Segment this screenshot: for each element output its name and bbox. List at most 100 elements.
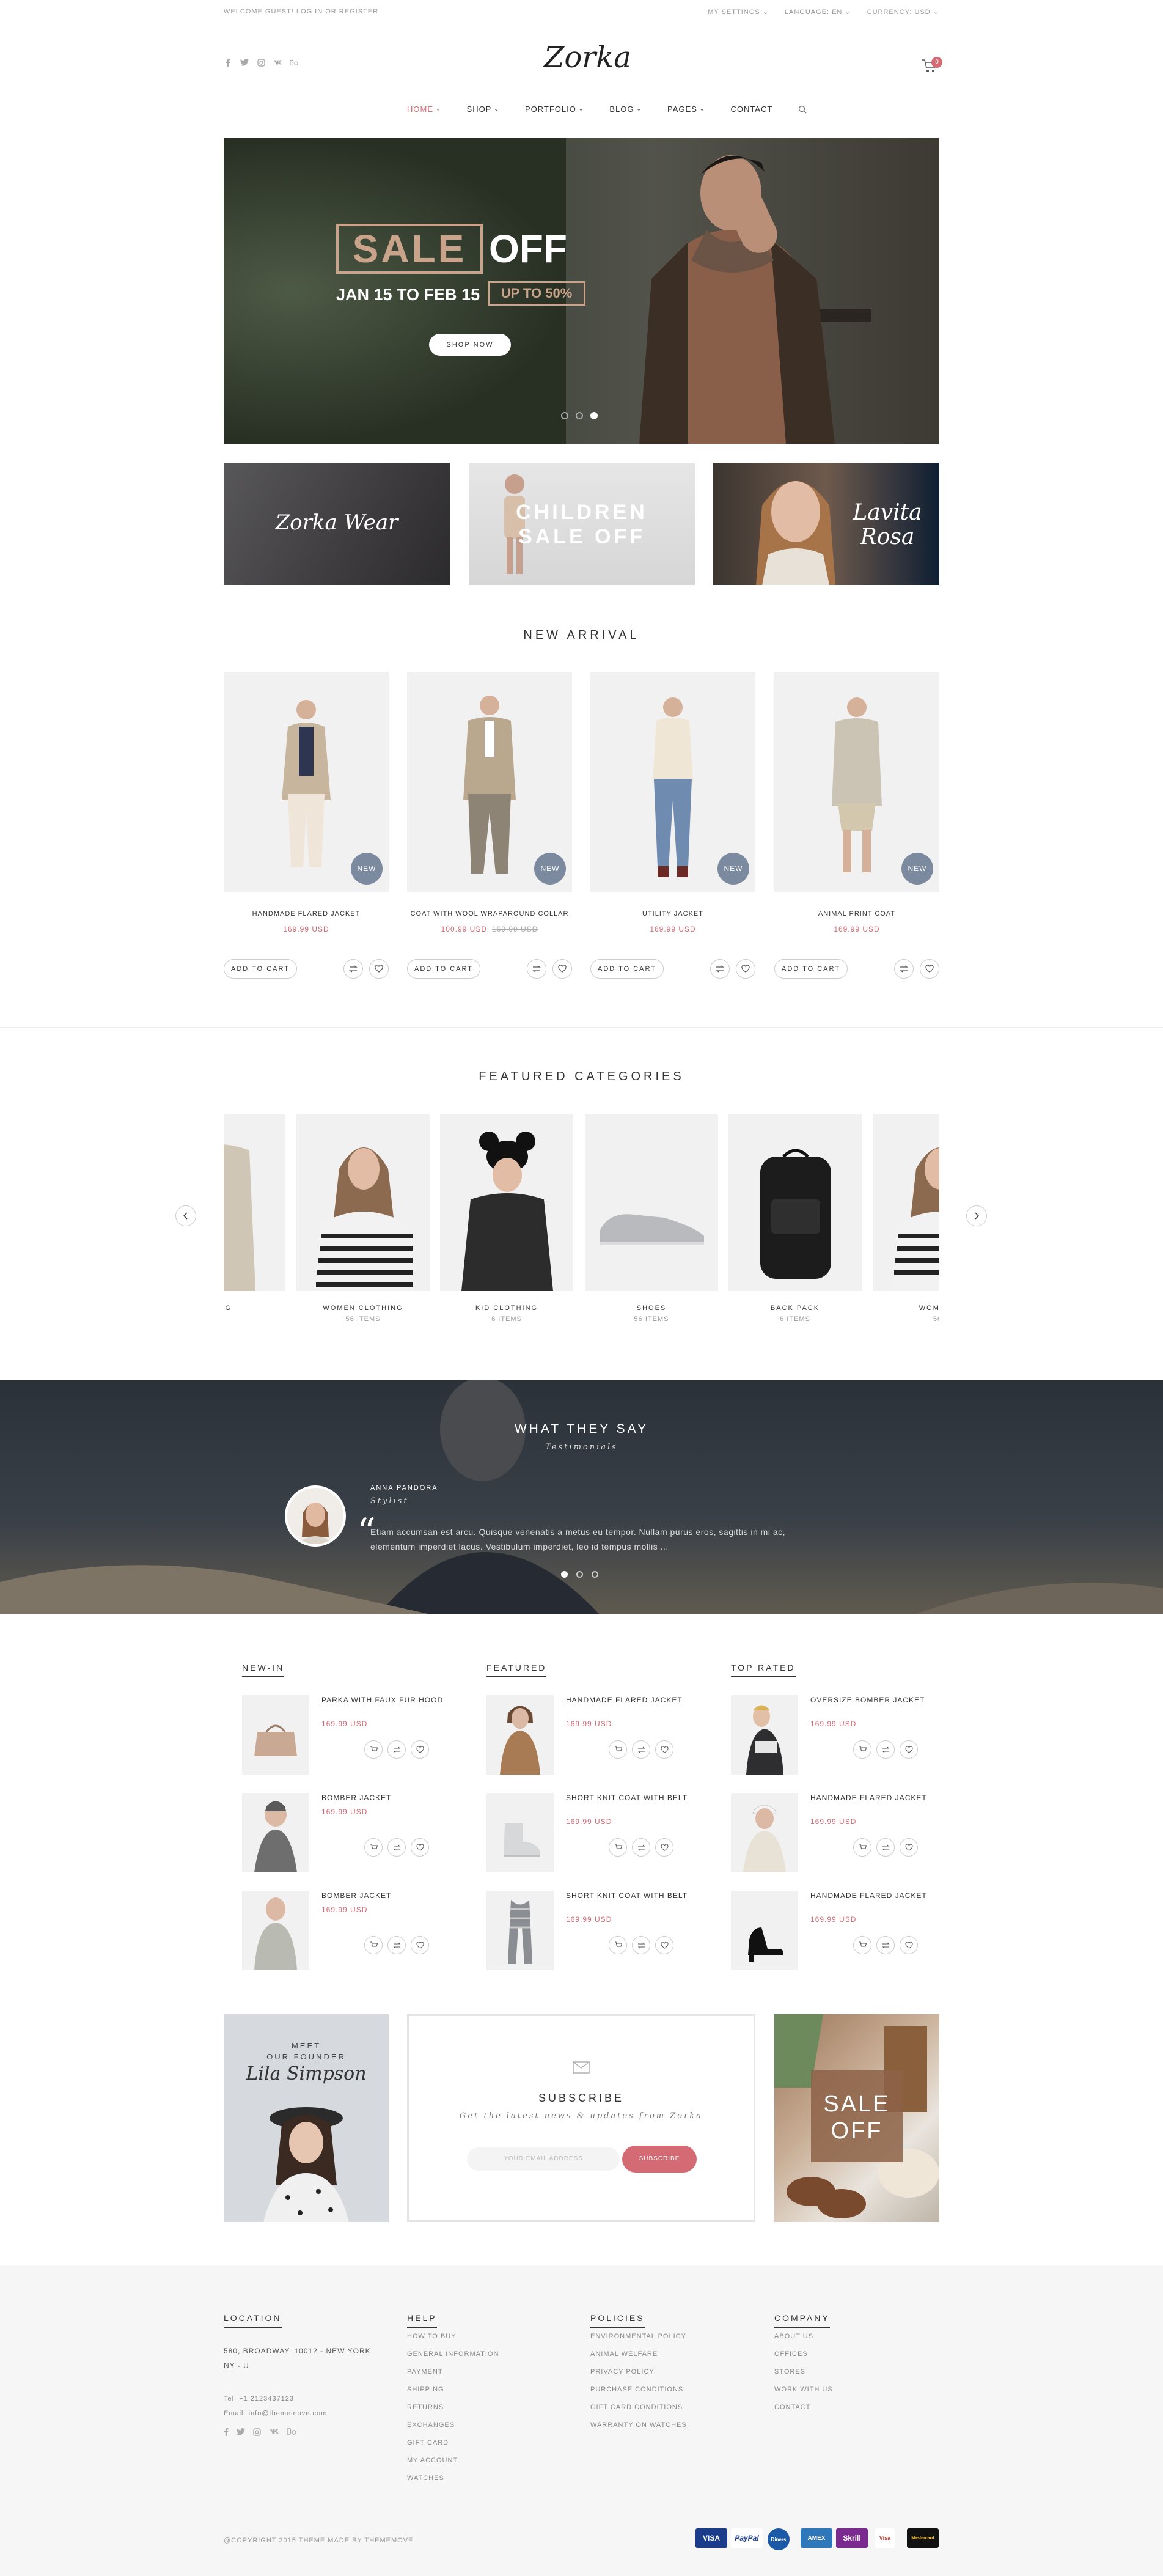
- compare-icon[interactable]: [387, 1740, 406, 1759]
- slider-dot[interactable]: [561, 412, 568, 419]
- footer-link[interactable]: PAYMENT: [407, 2363, 566, 2381]
- footer-link[interactable]: HOW TO BUY: [407, 2328, 566, 2346]
- footer-link[interactable]: RETURNS: [407, 2399, 566, 2416]
- category-card[interactable]: SHOES 56 ITEMS: [585, 1114, 718, 1323]
- nav-pages[interactable]: PAGES ⌄: [667, 105, 705, 114]
- behance-icon[interactable]: [290, 58, 298, 67]
- email-input[interactable]: YOUR EMAIL ADDRESS: [467, 2147, 620, 2171]
- twitter-icon[interactable]: [240, 58, 249, 67]
- language-dropdown[interactable]: LANGUAGE: EN ⌄: [785, 8, 851, 16]
- list-item-image[interactable]: [242, 1891, 309, 1970]
- list-item-name[interactable]: PARKA WITH FAUX FUR HOOD: [321, 1695, 444, 1705]
- list-item-image[interactable]: [486, 1891, 554, 1970]
- footer-link[interactable]: CONTACT: [774, 2399, 933, 2416]
- list-item-image[interactable]: [731, 1695, 798, 1775]
- testimonial-dot[interactable]: [592, 1571, 598, 1578]
- subscribe-button[interactable]: SUBSCRIBE: [622, 2146, 697, 2173]
- wishlist-heart-icon[interactable]: [900, 1936, 918, 1954]
- product-name[interactable]: ANIMAL PRINT COAT: [774, 910, 939, 918]
- compare-icon[interactable]: [632, 1936, 650, 1954]
- categories-carousel[interactable]: THING ms WOMEN CLOTHING 56 ITEMS KID CLO…: [224, 1114, 939, 1334]
- twitter-icon[interactable]: [237, 2428, 245, 2436]
- welcome-text[interactable]: WELCOME GUEST! LOG IN OR REGISTER: [224, 8, 378, 15]
- product-name[interactable]: COAT WITH WOOL WRAPAROUND COLLAR: [407, 910, 572, 918]
- footer-link[interactable]: PURCHASE CONDITIONS: [590, 2381, 749, 2399]
- product-image[interactable]: NEW: [590, 672, 755, 892]
- list-item-name[interactable]: HANDMADE FLARED JACKET: [810, 1793, 933, 1803]
- carousel-next-button[interactable]: [966, 1205, 987, 1226]
- footer-link[interactable]: GIFT CARD CONDITIONS: [590, 2399, 749, 2416]
- vk-icon[interactable]: [269, 2428, 279, 2436]
- cart-icon[interactable]: [853, 1838, 871, 1857]
- add-to-cart-button[interactable]: ADD TO CART: [590, 959, 664, 979]
- cart-icon[interactable]: [364, 1838, 383, 1857]
- cart-icon[interactable]: [853, 1740, 871, 1759]
- wishlist-heart-icon[interactable]: [655, 1936, 673, 1954]
- footer-link[interactable]: SHIPPING: [407, 2381, 566, 2399]
- compare-icon[interactable]: [527, 959, 546, 979]
- slider-dot-active[interactable]: [590, 412, 598, 419]
- wishlist-heart-icon[interactable]: [411, 1838, 429, 1857]
- compare-icon[interactable]: [876, 1740, 895, 1759]
- wishlist-heart-icon[interactable]: [920, 959, 939, 979]
- cart-icon[interactable]: [364, 1936, 383, 1954]
- wishlist-heart-icon[interactable]: [655, 1740, 673, 1759]
- wishlist-heart-icon[interactable]: [655, 1838, 673, 1857]
- cart-icon[interactable]: [609, 1936, 627, 1954]
- cart-icon[interactable]: [853, 1936, 871, 1954]
- product-image[interactable]: NEW: [407, 672, 572, 892]
- list-item-image[interactable]: [486, 1695, 554, 1775]
- footer-link[interactable]: PRIVACY POLICY: [590, 2363, 749, 2381]
- wishlist-heart-icon[interactable]: [411, 1936, 429, 1954]
- nav-blog[interactable]: BLOG ⌄: [609, 105, 642, 114]
- compare-icon[interactable]: [343, 959, 363, 979]
- slider-dot[interactable]: [576, 412, 583, 419]
- facebook-icon[interactable]: [224, 2428, 229, 2436]
- footer-tel[interactable]: Tel: +1 2123437123: [224, 2391, 383, 2406]
- compare-icon[interactable]: [876, 1838, 895, 1857]
- list-item-name[interactable]: BOMBER JACKET: [321, 1793, 444, 1803]
- product-name[interactable]: HANDMADE FLARED JACKET: [224, 910, 389, 918]
- testimonial-dot-active[interactable]: [561, 1571, 568, 1578]
- banner-zorka-wear[interactable]: Zorka Wear: [224, 463, 450, 585]
- footer-link[interactable]: GENERAL INFORMATION: [407, 2346, 566, 2363]
- cart-icon[interactable]: [609, 1838, 627, 1857]
- footer-link[interactable]: WATCHES: [407, 2470, 566, 2487]
- add-to-cart-button[interactable]: ADD TO CART: [224, 959, 297, 979]
- testimonial-dot[interactable]: [576, 1571, 583, 1578]
- footer-link[interactable]: WORK WITH US: [774, 2381, 933, 2399]
- nav-contact[interactable]: CONTACT: [730, 105, 772, 114]
- nav-shop[interactable]: SHOP ⌄: [467, 105, 499, 114]
- carousel-prev-button[interactable]: [175, 1205, 196, 1226]
- add-to-cart-button[interactable]: ADD TO CART: [774, 959, 848, 979]
- footer-link[interactable]: MY ACCOUNT: [407, 2452, 566, 2470]
- search-icon[interactable]: [798, 105, 807, 114]
- footer-link[interactable]: EXCHANGES: [407, 2416, 566, 2434]
- compare-icon[interactable]: [632, 1838, 650, 1857]
- list-item-image[interactable]: [242, 1793, 309, 1872]
- currency-dropdown[interactable]: CURRENCY: USD ⌄: [867, 8, 939, 16]
- list-item-name[interactable]: SHORT KNIT COAT WITH BELT: [566, 1793, 688, 1803]
- nav-home[interactable]: HOME ⌄: [407, 105, 441, 114]
- category-card[interactable]: WOMEN CLOTHING 56 ITEMS: [296, 1114, 430, 1323]
- wishlist-heart-icon[interactable]: [552, 959, 572, 979]
- site-logo[interactable]: Zorka: [544, 40, 631, 83]
- cart-icon[interactable]: [364, 1740, 383, 1759]
- category-card[interactable]: WOMEN C 56 I: [873, 1114, 939, 1323]
- footer-link[interactable]: GIFT CARD: [407, 2434, 566, 2452]
- category-card[interactable]: KID CLOTHING 6 ITEMS: [440, 1114, 573, 1323]
- compare-icon[interactable]: [387, 1838, 406, 1857]
- footer-link[interactable]: ENVIRONMENTAL POLICY: [590, 2328, 749, 2346]
- wishlist-heart-icon[interactable]: [900, 1740, 918, 1759]
- footer-link[interactable]: STORES: [774, 2363, 933, 2381]
- compare-icon[interactable]: [894, 959, 914, 979]
- nav-portfolio[interactable]: PORTFOLIO ⌄: [525, 105, 584, 114]
- compare-icon[interactable]: [710, 959, 730, 979]
- wishlist-heart-icon[interactable]: [900, 1838, 918, 1857]
- banner-lavita-rosa[interactable]: Lavita Rosa: [713, 463, 939, 585]
- category-card[interactable]: BACK PACK 6 ITEMS: [728, 1114, 862, 1323]
- footer-link[interactable]: WARRANTY ON WATCHES: [590, 2416, 749, 2434]
- add-to-cart-button[interactable]: ADD TO CART: [407, 959, 480, 979]
- list-item-image[interactable]: [242, 1695, 309, 1775]
- wishlist-heart-icon[interactable]: [369, 959, 389, 979]
